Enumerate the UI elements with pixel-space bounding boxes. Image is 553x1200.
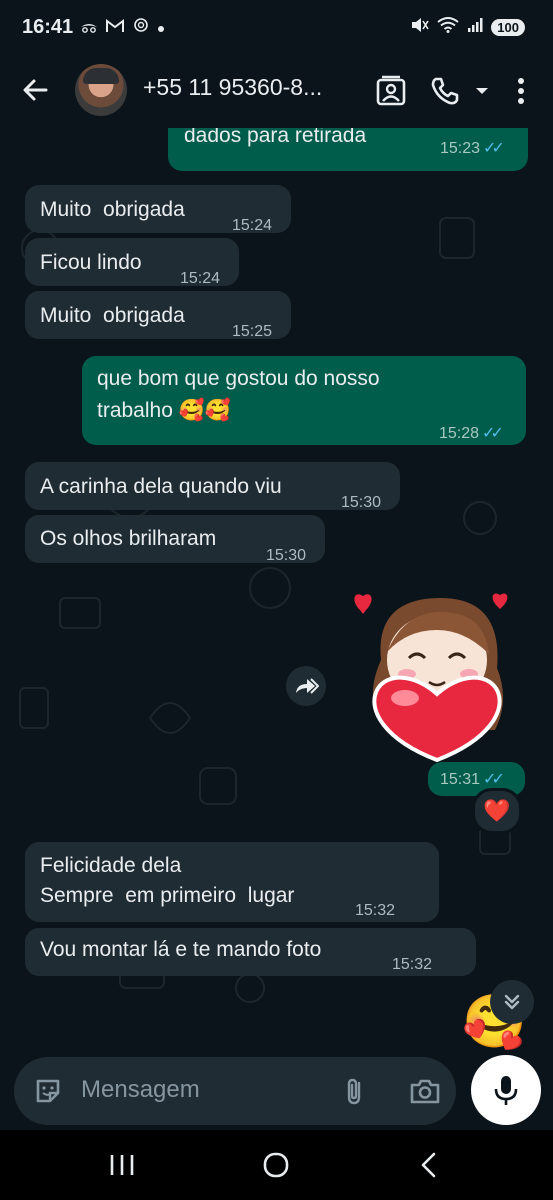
back-arrow-icon[interactable]: [18, 72, 54, 108]
dropdown-icon[interactable]: [472, 74, 492, 108]
notification-icons: [80, 17, 165, 38]
avatar[interactable]: [75, 64, 127, 116]
message-input-bar[interactable]: Mensagem: [14, 1057, 456, 1125]
mic-icon: [494, 1076, 518, 1105]
signal-icon: [467, 17, 483, 37]
message-text: trabalho 🥰🥰: [97, 399, 232, 422]
system-nav-bar: [0, 1130, 553, 1200]
message-time: 15:23 ✓✓: [440, 140, 505, 157]
attach-icon[interactable]: [339, 1075, 371, 1107]
message-time: 15:30: [266, 547, 307, 564]
read-ticks-icon: ✓✓: [483, 771, 505, 788]
message-bubble-outgoing[interactable]: dados para retirada 15:23 ✓✓: [168, 128, 528, 171]
back-icon[interactable]: [410, 1150, 450, 1180]
status-bar: 16:41 100: [0, 0, 553, 56]
message-text: Vou montar lá e te mando foto: [40, 938, 322, 961]
message-time: 15:30: [341, 494, 382, 511]
chat-area[interactable]: dados para retirada 15:23 ✓✓ Muito obriga…: [0, 128, 553, 1050]
camera-icon[interactable]: [408, 1075, 442, 1107]
chatgpt-icon: [133, 18, 157, 37]
forward-icon: [296, 678, 319, 694]
system-icons: 100: [411, 17, 525, 37]
contact-name[interactable]: +55 11 95360-8...: [143, 74, 322, 101]
more-icon[interactable]: [506, 74, 536, 108]
wifi-icon: [437, 17, 459, 37]
double-chevron-down-icon: [504, 994, 520, 1010]
mic-button[interactable]: [471, 1055, 541, 1125]
forward-button[interactable]: [286, 666, 326, 706]
message-bubble-incoming[interactable]: A carinha dela quando viu 15:30: [25, 462, 400, 511]
phone-icon[interactable]: [428, 74, 462, 108]
sticker-icon[interactable]: [32, 1075, 64, 1107]
read-ticks-icon: ✓✓: [483, 140, 505, 157]
message-text: Felicidade dela: [40, 854, 182, 877]
home-icon[interactable]: [256, 1150, 296, 1180]
message-text: Os olhos brilharam: [40, 527, 217, 550]
message-bubble-incoming[interactable]: Muito obrigada 15:24: [25, 185, 291, 234]
message-bubble-incoming[interactable]: Os olhos brilharam 15:30: [25, 515, 325, 564]
message-text: que bom que gostou do nosso: [97, 367, 380, 390]
gmail-icon: [106, 19, 132, 37]
status-time: 16:41: [22, 16, 74, 38]
read-ticks-icon: ✓✓: [482, 425, 504, 442]
message-text: A carinha dela quando viu: [40, 475, 282, 498]
message-time: 15:24: [232, 217, 273, 234]
sticker-girl-heart[interactable]: [345, 590, 525, 765]
message-time: 15:32: [355, 902, 396, 919]
message-text: Ficou lindo: [40, 251, 142, 274]
message-bubble-incoming[interactable]: Muito obrigada 15:25: [25, 291, 291, 340]
message-text: Muito obrigada: [40, 304, 185, 327]
contact-card-icon[interactable]: [374, 74, 408, 108]
message-text: dados para retirada: [184, 128, 367, 147]
message-bubble-incoming[interactable]: Ficou lindo 15:24: [25, 238, 239, 287]
message-text: Sempre em primeiro lugar: [40, 884, 295, 907]
recents-icon[interactable]: [102, 1150, 142, 1180]
message-time: 15:25: [232, 323, 273, 340]
message-bubble-incoming[interactable]: Vou montar lá e te mando foto 15:32: [25, 928, 476, 976]
message-text: Muito obrigada: [40, 198, 185, 221]
mute-icon: [411, 17, 429, 37]
message-time: 15:24: [180, 270, 221, 287]
chat-header: +55 11 95360-8...: [0, 56, 553, 128]
message-bubble-incoming[interactable]: Felicidade dela Sempre em primeiro lugar…: [25, 842, 439, 922]
scroll-to-bottom-button[interactable]: [490, 980, 534, 1024]
message-time: 15:31 ✓✓: [440, 771, 505, 788]
message-input[interactable]: Mensagem: [81, 1076, 200, 1104]
battery-level: 100: [491, 18, 525, 36]
message-time: 15:32: [392, 956, 433, 973]
dot-icon: [157, 20, 165, 37]
incognito-icon: [80, 20, 106, 37]
reaction-heart[interactable]: ❤️: [472, 788, 522, 834]
message-bubble-outgoing[interactable]: que bom que gostou do nosso trabalho 🥰🥰 …: [82, 356, 526, 445]
message-time: 15:28 ✓✓: [439, 425, 504, 442]
